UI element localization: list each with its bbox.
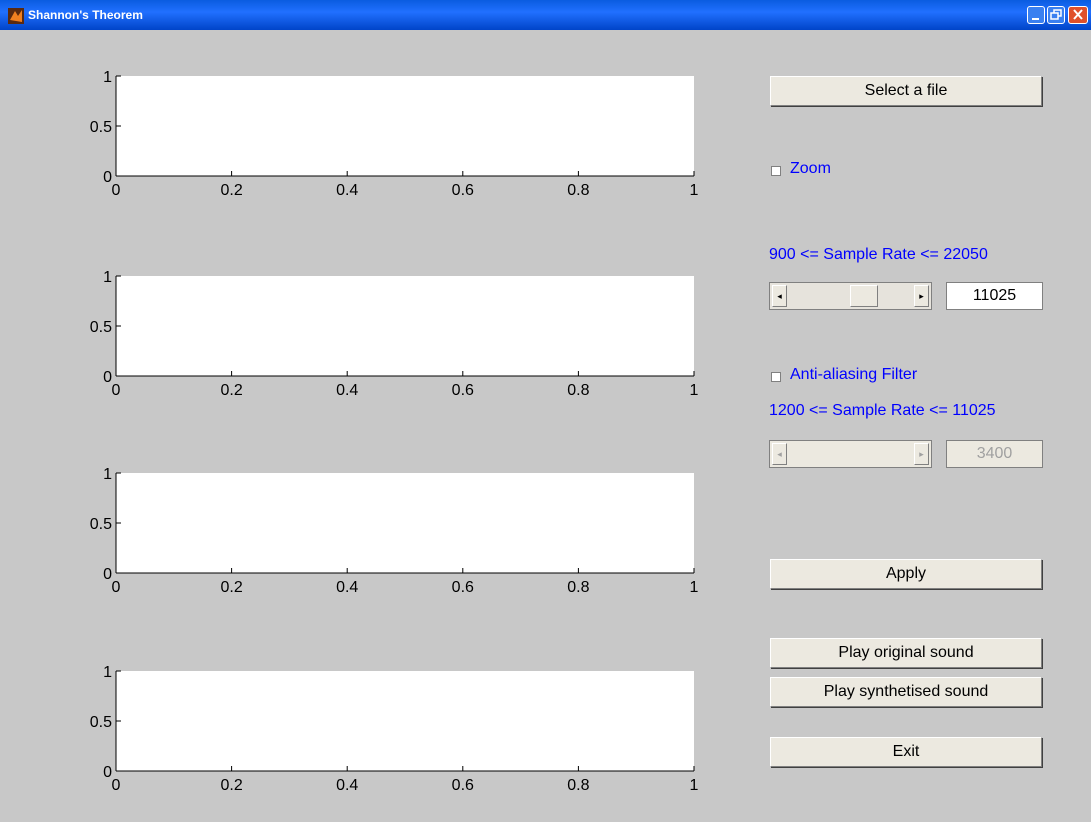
filter-rate-range-label: 1200 <= Sample Rate <= 11025 — [769, 402, 996, 419]
restore-icon[interactable] — [1047, 6, 1065, 24]
anti-aliasing-label: Anti-aliasing Filter — [790, 366, 918, 383]
x-tick-label: 0.6 — [452, 382, 474, 399]
x-tick-label: 0.2 — [220, 182, 242, 199]
zoom-label: Zoom — [790, 160, 831, 177]
plot-axes-3: 00.510 0.2 0.4 0.6 0.8 1 — [90, 466, 699, 596]
x-tick-label: 0 — [112, 579, 121, 596]
x-tick-label: 0.8 — [567, 777, 589, 794]
plot-axes-2: 00.510 0.2 0.4 0.6 0.8 1 — [90, 269, 699, 399]
plot-area — [116, 76, 694, 176]
y-tick-label: 0.5 — [90, 516, 112, 533]
x-tick-label: 0.6 — [452, 579, 474, 596]
filter-slider-right-arrow-icon[interactable]: ▸ — [914, 443, 929, 465]
x-tick-label: 0.6 — [452, 777, 474, 794]
slider-right-arrow-icon[interactable]: ▸ — [914, 285, 929, 307]
minimize-icon[interactable] — [1027, 6, 1045, 24]
x-tick-label: 0.2 — [220, 382, 242, 399]
plot-area — [116, 276, 694, 376]
x-tick-label: 0.6 — [452, 182, 474, 199]
sample-rate-slider[interactable]: ◂ ▸ — [769, 282, 932, 310]
x-tick-label: 0.4 — [336, 382, 358, 399]
close-icon[interactable] — [1068, 6, 1088, 24]
y-tick-label: 1 — [103, 269, 112, 286]
x-tick-label: 0.2 — [220, 579, 242, 596]
y-tick-label: 1 — [103, 466, 112, 483]
x-tick-label: 0.4 — [336, 777, 358, 794]
x-tick-label: 0 — [112, 382, 121, 399]
slider-left-arrow-icon[interactable]: ◂ — [772, 285, 787, 307]
x-tick-label: 0.2 — [220, 777, 242, 794]
y-tick-label: 1 — [103, 69, 112, 86]
x-tick-label: 0 — [112, 777, 121, 794]
figure-client-area: 0 0.5 1 0 0.2 0.4 0.6 0.8 1 0 0.5 1 0 0.2 0.4 0.6 0.8 1 0 0… — [0, 30, 1091, 822]
x-tick-label: 1 — [690, 382, 699, 399]
play-synthetised-sound-button[interactable]: Play synthetised sound — [770, 677, 1042, 707]
x-tick-label: 1 — [690, 777, 699, 794]
plot-axes-4: 00.510 0.2 0.4 0.6 0.8 1 — [90, 664, 699, 794]
zoom-checkbox[interactable] — [771, 166, 781, 176]
filter-slider-left-arrow-icon[interactable]: ◂ — [772, 443, 787, 465]
select-file-button[interactable]: Select a file — [770, 76, 1042, 106]
plot-axes-1: 00.510 0.2 0.4 0.6 0.8 1 — [90, 69, 699, 199]
sample-rate-input[interactable]: 11025 — [946, 282, 1043, 310]
filter-rate-slider[interactable]: ◂ ▸ — [769, 440, 932, 468]
y-tick-label: 0.5 — [90, 119, 112, 136]
window-title: Shannon's Theorem — [28, 8, 143, 22]
anti-aliasing-checkbox[interactable] — [771, 372, 781, 382]
plot-area — [116, 671, 694, 771]
x-tick-label: 0.8 — [567, 182, 589, 199]
exit-button[interactable]: Exit — [770, 737, 1042, 767]
apply-button[interactable]: Apply — [770, 559, 1042, 589]
filter-rate-input[interactable]: 3400 — [946, 440, 1043, 468]
x-tick-label: 0.4 — [336, 579, 358, 596]
title-bar[interactable]: Shannon's Theorem — [0, 0, 1091, 30]
play-original-sound-button[interactable]: Play original sound — [770, 638, 1042, 668]
x-tick-label: 0.4 — [336, 182, 358, 199]
y-tick-label: 0.5 — [90, 714, 112, 731]
slider-thumb[interactable] — [850, 285, 878, 307]
x-tick-label: 0.8 — [567, 579, 589, 596]
x-tick-label: 1 — [690, 182, 699, 199]
matlab-app-icon — [8, 8, 24, 24]
plot-axes-area: 00.510 0.2 0.4 0.6 0.8 100.510 0.2 0.4 0.6 0.8 100… — [90, 69, 699, 794]
x-tick-label: 0 — [112, 182, 121, 199]
y-tick-label: 0.5 — [90, 319, 112, 336]
x-tick-label: 0.8 — [567, 382, 589, 399]
sample-rate-range-label: 900 <= Sample Rate <= 22050 — [769, 246, 988, 263]
x-tick-label: 1 — [690, 579, 699, 596]
plot-area — [116, 473, 694, 573]
y-tick-label: 1 — [103, 664, 112, 681]
